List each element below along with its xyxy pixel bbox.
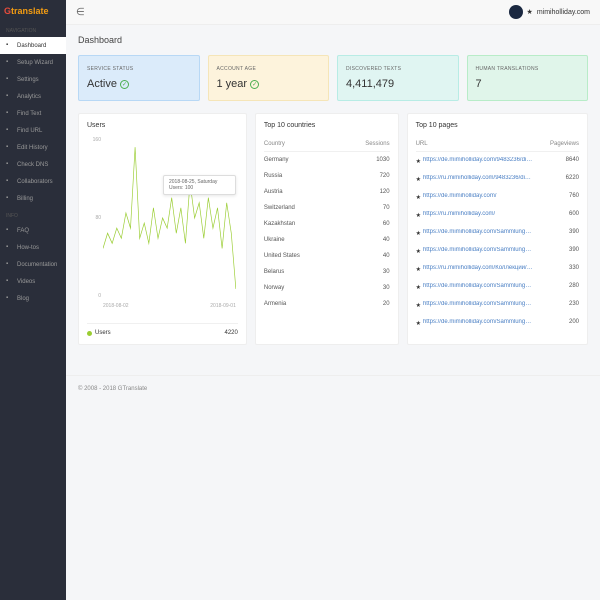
page-link[interactable]: https://ru.mimiholliday.com/9483236/digi… xyxy=(423,175,533,181)
sidebar-item-billing[interactable]: ▪Billing xyxy=(0,190,66,207)
footer: © 2008 - 2018 GTranslate xyxy=(66,375,600,402)
table-row: ★https://ru.mimiholliday.com/9483236/dig… xyxy=(416,170,579,188)
legend-dot xyxy=(87,331,92,336)
nav-icon: ▪ xyxy=(6,261,13,268)
table-row: Switzerland70 xyxy=(264,200,390,216)
sidebar-item-analytics[interactable]: ▪Analytics xyxy=(0,88,66,105)
panel-title: Top 10 countries xyxy=(264,122,390,129)
chart-tooltip: 2018-08-25, Saturday Users: 100 xyxy=(163,175,236,195)
sidebar-item-how-tos[interactable]: ▪How-tos xyxy=(0,239,66,256)
topbar: ∈ ★ mimiholliday.com xyxy=(66,0,600,25)
sidebar-item-find-text[interactable]: ▪Find Text xyxy=(0,105,66,122)
nav-icon: ▪ xyxy=(6,76,13,83)
nav-icon: ▪ xyxy=(6,59,13,66)
page-link[interactable]: https://de.mimiholliday.com/Sammlungen/A… xyxy=(423,229,533,235)
panel-title: Top 10 pages xyxy=(416,122,579,129)
star-icon: ★ xyxy=(416,159,421,165)
table-row: ★https://de.mimiholliday.com/Sammlungen/… xyxy=(416,278,579,296)
table-row: Belarus30 xyxy=(264,264,390,280)
table-row: ★https://de.mimiholliday.com/Sammlungen/… xyxy=(416,314,579,332)
user-name: mimiholliday.com xyxy=(537,9,590,16)
user-menu[interactable]: ★ mimiholliday.com xyxy=(509,5,590,19)
nav-icon: ▪ xyxy=(6,278,13,285)
table-row: ★https://de.mimiholliday.com/Sammlungen/… xyxy=(416,296,579,314)
page-link[interactable]: https://ru.mimiholliday.com/Коллекции/ру… xyxy=(423,265,533,271)
table-row: ★https://ru.mimiholliday.com/600 xyxy=(416,206,579,224)
stat-card: DISCOVERED TEXTS4,411,479 xyxy=(337,55,459,101)
page-link[interactable]: https://ru.mimiholliday.com/ xyxy=(423,211,495,217)
table-row: United States40 xyxy=(264,248,390,264)
stat-card: HUMAN TRANSLATIONS7 xyxy=(467,55,589,101)
table-row: ★https://de.mimiholliday.com/Sammlungen/… xyxy=(416,242,579,260)
nav-icon: ▪ xyxy=(6,178,13,185)
users-panel: Users 160800 2018-08-25, Saturday Users:… xyxy=(78,113,247,345)
stat-card: SERVICE STATUSActive✓ xyxy=(78,55,200,101)
star-icon: ★ xyxy=(416,231,421,237)
table-row: Armenia20 xyxy=(264,296,390,312)
sidebar-item-edit-history[interactable]: ▪Edit History xyxy=(0,139,66,156)
users-chart: 160800 2018-08-25, Saturday Users: 100 2… xyxy=(87,137,238,317)
nav-icon: ▪ xyxy=(6,93,13,100)
star-icon: ★ xyxy=(416,177,421,183)
sidebar-item-videos[interactable]: ▪Videos xyxy=(0,273,66,290)
table-row: Ukraine40 xyxy=(264,232,390,248)
chart-total: 4220 xyxy=(225,330,238,336)
nav-icon: ▪ xyxy=(6,161,13,168)
sidebar-item-find-url[interactable]: ▪Find URL xyxy=(0,122,66,139)
sidebar-item-setup-wizard[interactable]: ▪Setup Wizard xyxy=(0,54,66,71)
table-row: Austria120 xyxy=(264,184,390,200)
nav-icon: ▪ xyxy=(6,295,13,302)
sidebar-item-blog[interactable]: ▪Blog xyxy=(0,290,66,307)
star-icon: ★ xyxy=(416,321,421,327)
sidebar-item-settings[interactable]: ▪Settings xyxy=(0,71,66,88)
page-link[interactable]: https://de.mimiholliday.com/ xyxy=(423,193,497,199)
table-row: ★https://ru.mimiholliday.com/Коллекции/р… xyxy=(416,260,579,278)
logo: Gtranslate xyxy=(0,0,66,22)
legend-label: Users xyxy=(95,330,111,336)
sidebar: Gtranslate NAVIGATION ▪Dashboard▪Setup W… xyxy=(0,0,66,600)
check-icon: ✓ xyxy=(120,80,129,89)
avatar xyxy=(509,5,523,19)
sidebar-item-documentation[interactable]: ▪Documentation xyxy=(0,256,66,273)
nav-icon: ▪ xyxy=(6,244,13,251)
star-icon: ★ xyxy=(527,8,533,16)
star-icon: ★ xyxy=(416,267,421,273)
page-link[interactable]: https://de.mimiholliday.com/9483236/digi… xyxy=(423,157,533,163)
check-icon: ✓ xyxy=(250,80,259,89)
sidebar-item-dashboard[interactable]: ▪Dashboard xyxy=(0,37,66,54)
nav-header: NAVIGATION xyxy=(0,22,66,37)
nav-icon: ▪ xyxy=(6,144,13,151)
page-title: Dashboard xyxy=(78,35,588,45)
sidebar-item-check-dns[interactable]: ▪Check DNS xyxy=(0,156,66,173)
table-row: Norway30 xyxy=(264,280,390,296)
star-icon: ★ xyxy=(416,213,421,219)
panel-title: Users xyxy=(87,122,238,129)
menu-toggle-icon[interactable]: ∈ xyxy=(76,7,85,18)
nav-icon: ▪ xyxy=(6,42,13,49)
nav-icon: ▪ xyxy=(6,195,13,202)
star-icon: ★ xyxy=(416,285,421,291)
table-row: Russia720 xyxy=(264,168,390,184)
page-link[interactable]: https://de.mimiholliday.com/Sammlungen/N… xyxy=(423,319,533,325)
stat-card: ACCOUNT AGE1 year✓ xyxy=(208,55,330,101)
sidebar-item-faq[interactable]: ▪FAQ xyxy=(0,222,66,239)
nav-icon: ▪ xyxy=(6,110,13,117)
table-row: ★https://de.mimiholliday.com/Sammlungen/… xyxy=(416,224,579,242)
table-row: Germany1030 xyxy=(264,152,390,168)
countries-panel: Top 10 countries CountrySessionsGermany1… xyxy=(255,113,399,345)
pages-panel: Top 10 pages URLPageviews★https://de.mim… xyxy=(407,113,588,345)
star-icon: ★ xyxy=(416,249,421,255)
table-row: ★https://de.mimiholliday.com/760 xyxy=(416,188,579,206)
star-icon: ★ xyxy=(416,195,421,201)
page-link[interactable]: https://de.mimiholliday.com/Sammlungen/A… xyxy=(423,283,533,289)
page-link[interactable]: https://de.mimiholliday.com/Sammlungen/S… xyxy=(423,301,533,307)
nav-header-info: INFO xyxy=(0,207,66,222)
star-icon: ★ xyxy=(416,303,421,309)
table-row: ★https://de.mimiholliday.com/9483236/dig… xyxy=(416,152,579,170)
nav-icon: ▪ xyxy=(6,227,13,234)
table-row: Kazakhstan60 xyxy=(264,216,390,232)
nav-icon: ▪ xyxy=(6,127,13,134)
sidebar-item-collaborators[interactable]: ▪Collaborators xyxy=(0,173,66,190)
page-link[interactable]: https://de.mimiholliday.com/Sammlungen/A… xyxy=(423,247,533,253)
